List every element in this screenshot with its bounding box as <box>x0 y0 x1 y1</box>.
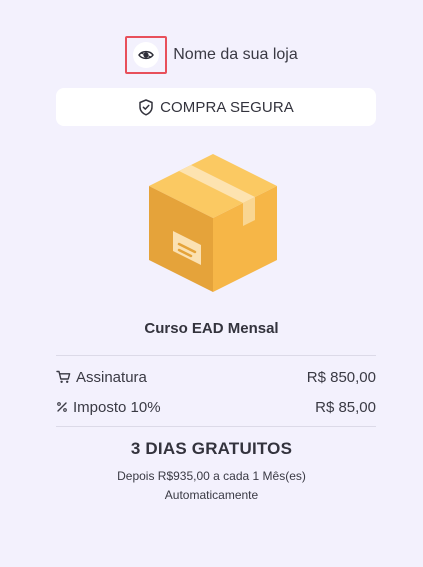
store-header: Nome da sua loja <box>0 32 423 78</box>
recurrence-line: Automaticamente <box>164 488 259 502</box>
summary-row-label: Imposto 10% <box>73 398 161 416</box>
summary-row-value: R$ 850,00 <box>306 368 376 386</box>
store-name: Nome da sua loja <box>173 46 298 63</box>
summary-row-tax: Imposto 10% R$ 85,00 <box>56 396 376 418</box>
trial-title: 3 DIAS GRATUITOS <box>130 439 293 458</box>
recurrence-line: Depois R$935,00 a cada 1 Mês(es) <box>117 469 306 483</box>
recurrence-info: Depois R$935,00 a cada 1 Mês(es) Automat… <box>0 467 423 505</box>
product-title: Curso EAD Mensal <box>144 320 279 337</box>
package-box-icon <box>149 154 277 292</box>
percent-icon <box>57 402 67 412</box>
divider <box>56 426 376 427</box>
divider <box>56 355 376 356</box>
summary-row-value: R$ 85,00 <box>315 398 376 416</box>
store-logo[interactable] <box>125 36 168 74</box>
summary-row-label: Assinatura <box>76 368 147 386</box>
shield-check-icon <box>139 98 153 116</box>
cart-icon <box>56 370 71 383</box>
secure-purchase-badge: COMPRA SEGURA <box>56 88 376 126</box>
eye-icon <box>133 42 160 68</box>
summary-row-subscription: Assinatura R$ 850,00 <box>56 366 376 388</box>
secure-badge-label: COMPRA SEGURA <box>160 98 294 116</box>
